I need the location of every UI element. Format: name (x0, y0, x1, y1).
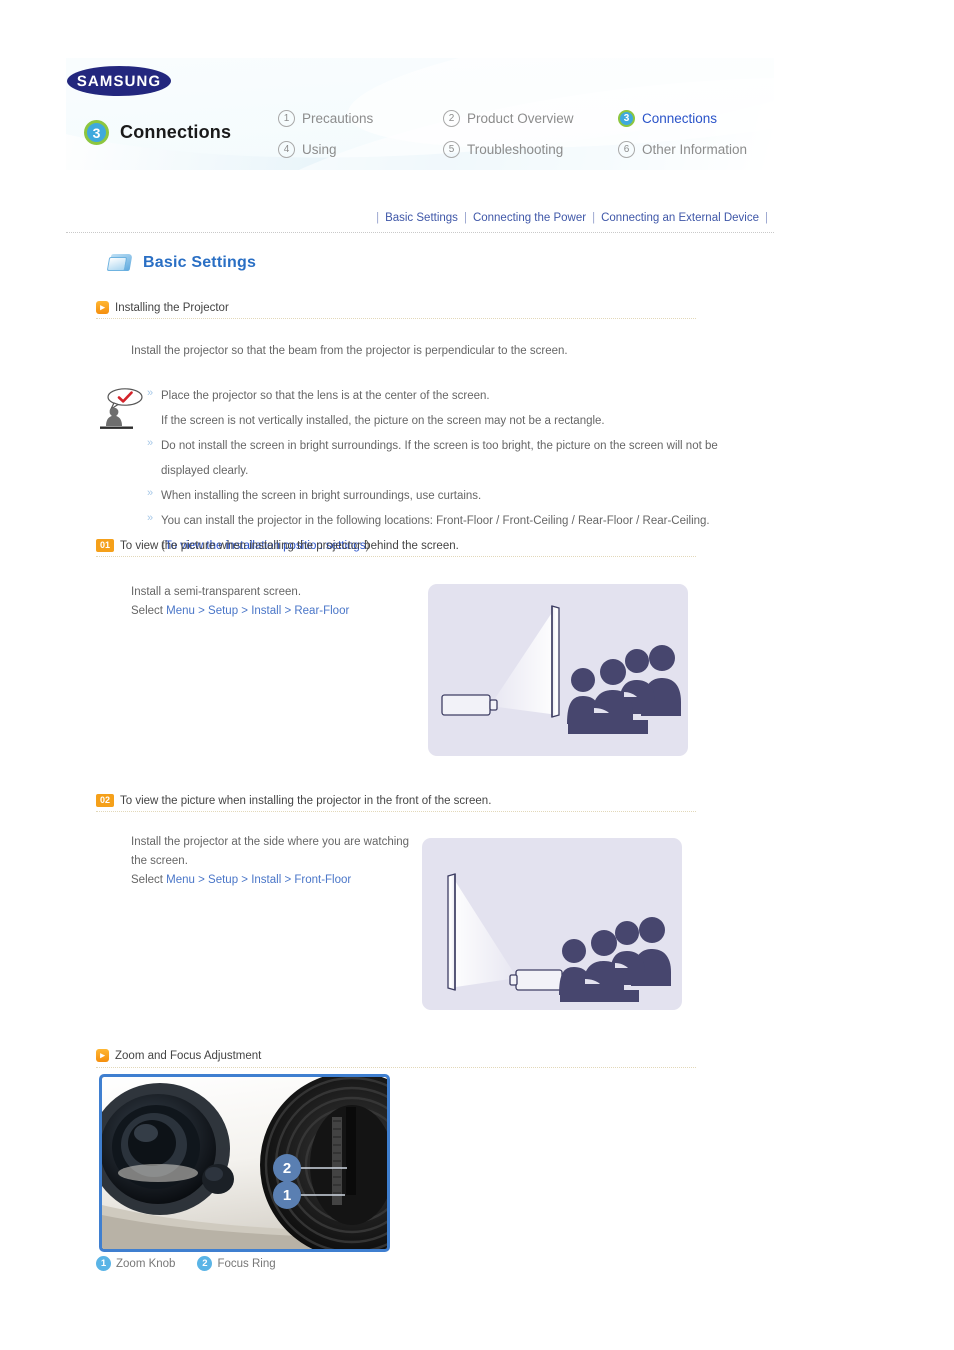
note-text: You can install the projector in the fol… (161, 515, 710, 527)
subheading-label-step-02: To view the picture when installing the … (120, 794, 492, 807)
step-01-desc-line-1: Install a semi-transparent screen. (131, 586, 302, 598)
breadcrumb-separator-3: | (765, 212, 768, 224)
nav-item-using[interactable]: 4 Using (278, 134, 443, 165)
section-title: Basic Settings (143, 253, 257, 271)
note-text: displayed clearly. (161, 465, 249, 477)
breadcrumb-link-connecting-external-device[interactable]: Connecting an External Device (601, 212, 759, 224)
note-list: » Place the projector so that the lens i… (147, 386, 742, 561)
note-item: » Place the projector so that the lens i… (147, 386, 742, 406)
divider-installing (96, 318, 696, 320)
chapter-number-badge: 3 (84, 120, 109, 145)
subheading-installing-the-projector: ▸ Installing the Projector (96, 301, 229, 314)
samsung-logo: SAMSUNG (66, 66, 172, 96)
breadcrumb-separator-0: | (376, 212, 380, 224)
nav-label-product-overview: Product Overview (467, 111, 574, 126)
note-item: » You can install the projector in the f… (147, 511, 742, 531)
breadcrumb: | Basic Settings | Connecting the Power | Con… (66, 212, 774, 224)
step-number-badge-02: 02 (96, 794, 114, 807)
nav-label-using: Using (302, 142, 337, 157)
legend-label-focus-ring: Focus Ring (217, 1257, 276, 1270)
divider-step-01 (96, 556, 696, 558)
note-text: Place the projector so that the lens is … (161, 390, 490, 402)
nav-item-product-overview[interactable]: 2 Product Overview (443, 103, 618, 134)
subheading-label-installing: Installing the Projector (115, 301, 229, 314)
divider-zoom-focus (96, 1067, 696, 1069)
subheading-step-02: 02 To view the picture when installing t… (96, 794, 491, 807)
legend-label-zoom-knob: Zoom Knob (116, 1257, 176, 1270)
step-02-select-label: Select (131, 874, 163, 886)
page-title: Connections (120, 122, 232, 142)
legend-circle-1: 1 (96, 1256, 111, 1271)
divider-step-02 (96, 811, 696, 813)
nav-badge-3: 3 (618, 110, 635, 127)
chevron-bullet-icon: » (147, 437, 154, 449)
legend-circle-2: 2 (197, 1256, 213, 1271)
page-header: SAMSUNG 3 Connections 1 Precautions 2 Pr… (66, 58, 774, 170)
chapter-nav: 1 Precautions 2 Product Overview 3 Conne… (278, 103, 774, 165)
step-01-menu-path: Menu > Setup > Install > Rear-Floor (166, 605, 350, 617)
diagram-front-floor-installation (422, 838, 682, 1010)
callout-number-2: 2 (283, 1160, 291, 1177)
chevron-bullet-icon: » (147, 387, 154, 399)
nav-label-troubleshooting: Troubleshooting (467, 142, 564, 157)
callout-number-1: 1 (283, 1187, 291, 1204)
arrow-marker-icon: ▸ (96, 301, 109, 314)
nav-label-connections: Connections (642, 111, 718, 126)
callout-legend: 1 Zoom Knob 2 Focus Ring (96, 1256, 298, 1271)
installing-intro-text: Install the projector so that the beam f… (131, 345, 568, 357)
subheading-label-zoom-focus: Zoom and Focus Adjustment (115, 1049, 262, 1062)
chevron-bullet-icon: » (147, 512, 154, 524)
nav-badge-2: 2 (443, 110, 460, 127)
step-02-desc-line-1: Install the projector at the side where … (131, 836, 410, 848)
breadcrumb-link-basic-settings[interactable]: Basic Settings (385, 212, 458, 224)
subheading-label-step-01: To view the picture when installing the … (120, 539, 459, 552)
note-item: displayed clearly. (147, 461, 742, 481)
nav-item-connections[interactable]: 3 Connections (618, 103, 774, 134)
chevron-bullet-icon: » (147, 487, 154, 499)
section-header: Basic Settings (106, 252, 257, 273)
note-item: If the screen is not vertically installe… (147, 411, 742, 431)
breadcrumb-separator-1: | (463, 212, 467, 224)
step-01-description: Install a semi-transparent screen. Selec… (131, 583, 421, 621)
note-text: If the screen is not vertically installe… (161, 415, 605, 427)
nav-item-troubleshooting[interactable]: 5 Troubleshooting (443, 134, 618, 165)
nav-badge-4: 4 (278, 141, 295, 158)
subheading-zoom-and-focus: ▸ Zoom and Focus Adjustment (96, 1049, 261, 1062)
diagram-rear-floor-installation (428, 584, 688, 756)
projector-lens-photo: 2 1 (99, 1074, 390, 1252)
nav-item-other-information[interactable]: 6 Other Information (618, 134, 774, 165)
step-02-description: Install the projector at the side where … (131, 833, 421, 890)
step-number-badge-01: 01 (96, 539, 114, 552)
breadcrumb-divider (66, 232, 774, 234)
note-person-icon (100, 388, 143, 429)
nav-item-precautions[interactable]: 1 Precautions (278, 103, 443, 134)
note-item: » When installing the screen in bright s… (147, 486, 742, 506)
nav-label-other-information: Other Information (642, 142, 748, 157)
breadcrumb-link-connecting-the-power[interactable]: Connecting the Power (473, 212, 586, 224)
nav-label-precautions: Precautions (302, 111, 374, 126)
legend-item-focus-ring: 2 Focus Ring (197, 1256, 276, 1271)
note-text: Do not install the screen in bright surr… (161, 440, 718, 452)
step-01-select-label: Select (131, 605, 163, 617)
current-chapter: 3 Connections (84, 120, 231, 145)
nav-badge-5: 5 (443, 141, 460, 158)
subheading-step-01: 01 To view the picture when installing t… (96, 539, 459, 552)
folder-icon (106, 252, 134, 273)
nav-badge-6: 6 (618, 141, 635, 158)
nav-badge-1: 1 (278, 110, 295, 127)
note-item: » Do not install the screen in bright su… (147, 436, 742, 456)
legend-item-zoom-knob: 1 Zoom Knob (96, 1256, 175, 1271)
step-02-menu-path: Menu > Setup > Install > Front-Floor (166, 874, 352, 886)
step-02-desc-line-2: the screen. (131, 855, 188, 867)
arrow-marker-icon: ▸ (96, 1049, 109, 1062)
breadcrumb-separator-2: | (592, 212, 596, 224)
note-text: When installing the screen in bright sur… (161, 490, 482, 502)
